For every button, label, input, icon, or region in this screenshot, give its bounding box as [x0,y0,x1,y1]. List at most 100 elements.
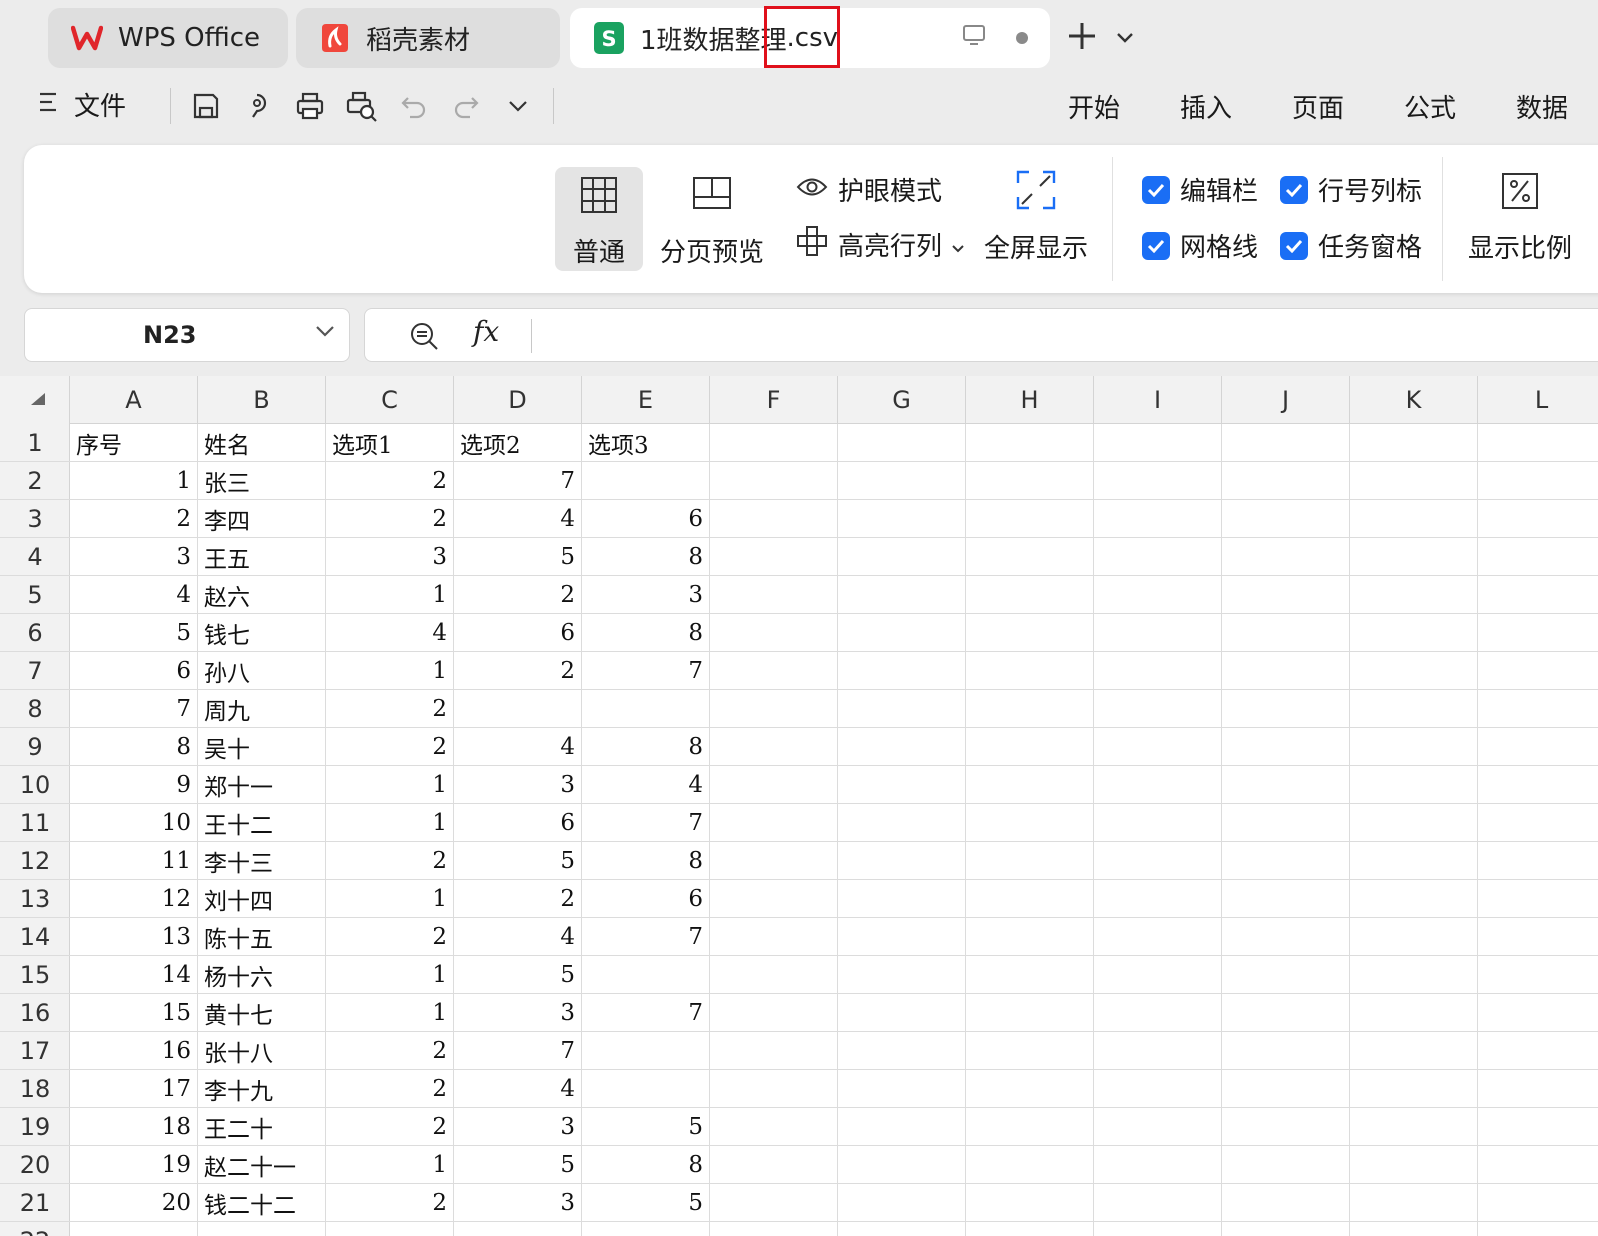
cell[interactable] [710,804,838,842]
cell[interactable] [1478,652,1598,690]
cell[interactable] [838,1184,966,1222]
cell[interactable] [1350,462,1478,500]
cell[interactable] [710,918,838,956]
print-preview-icon[interactable] [345,89,379,123]
cell[interactable] [1094,842,1222,880]
cell[interactable] [710,614,838,652]
cell[interactable] [1350,614,1478,652]
cell[interactable] [1350,766,1478,804]
cell[interactable] [1094,500,1222,538]
row-header[interactable]: 3 [0,500,70,538]
cell[interactable] [838,614,966,652]
chevron-down-icon[interactable] [501,89,535,123]
cell[interactable] [838,956,966,994]
tab-wps-office[interactable]: WPS Office [48,8,288,68]
cell[interactable]: 9 [70,766,198,804]
cell[interactable] [838,1108,966,1146]
row-header[interactable]: 11 [0,804,70,842]
row-header[interactable]: 13 [0,880,70,918]
cell[interactable]: 1 [70,462,198,500]
fullscreen-button[interactable]: 全屏显示 [980,169,1092,265]
cell[interactable]: 7 [582,994,710,1032]
cell[interactable] [1478,1222,1598,1236]
cell[interactable] [1478,880,1598,918]
cell[interactable] [710,538,838,576]
cell[interactable] [710,690,838,728]
cell[interactable] [1094,918,1222,956]
cell[interactable]: 8 [582,728,710,766]
cell[interactable]: 4 [70,576,198,614]
cell[interactable]: 2 [70,500,198,538]
column-header-h[interactable]: H [966,376,1094,424]
row-header[interactable]: 2 [0,462,70,500]
cell[interactable]: 16 [70,1032,198,1070]
cell[interactable] [582,1222,710,1236]
save-icon[interactable] [189,89,223,123]
cell[interactable] [710,766,838,804]
cell[interactable] [838,576,966,614]
cell[interactable] [1222,576,1350,614]
cell[interactable] [1222,804,1350,842]
cell[interactable]: 11 [70,842,198,880]
cell[interactable]: 1 [326,766,454,804]
row-header[interactable]: 6 [0,614,70,652]
cell[interactable] [966,1222,1094,1236]
column-header-g[interactable]: G [838,376,966,424]
cell[interactable]: 13 [70,918,198,956]
cell[interactable] [1222,614,1350,652]
cell[interactable]: 2 [326,918,454,956]
cell[interactable]: 周九 [198,690,326,728]
cell[interactable] [710,880,838,918]
cell[interactable] [710,652,838,690]
cell[interactable]: 陈十五 [198,918,326,956]
cell[interactable]: 8 [582,842,710,880]
cell[interactable] [838,424,966,462]
cell[interactable] [1094,652,1222,690]
cell[interactable]: 3 [454,766,582,804]
cell[interactable]: 选项3 [582,424,710,462]
cell[interactable] [1478,994,1598,1032]
column-header-a[interactable]: A [70,376,198,424]
checkbox-gridlines[interactable]: 网格线 [1142,227,1258,264]
cell[interactable]: 4 [454,500,582,538]
zoom-search-icon[interactable] [409,321,439,355]
column-header-d[interactable]: D [454,376,582,424]
cell[interactable] [1350,994,1478,1032]
cell[interactable] [710,500,838,538]
cell[interactable]: 6 [582,500,710,538]
row-header[interactable]: 17 [0,1032,70,1070]
cell[interactable]: 4 [454,728,582,766]
formula-bar[interactable]: fx [364,308,1598,362]
cell[interactable] [966,1070,1094,1108]
cell[interactable]: 5 [582,1184,710,1222]
cell[interactable] [454,690,582,728]
cell[interactable] [1350,576,1478,614]
row-header[interactable]: 8 [0,690,70,728]
cell[interactable]: 7 [70,690,198,728]
cell[interactable]: 刘十四 [198,880,326,918]
cell[interactable] [1094,1108,1222,1146]
eye-mode-button[interactable]: 护眼模式 [796,171,942,208]
cell[interactable]: 1 [326,880,454,918]
cell[interactable] [1350,804,1478,842]
row-header[interactable]: 10 [0,766,70,804]
page-break-preview-button[interactable]: 分页预览 [652,175,772,269]
cell[interactable] [1222,652,1350,690]
cell[interactable] [838,1070,966,1108]
cell[interactable] [1094,614,1222,652]
cell[interactable] [1350,880,1478,918]
cell[interactable] [1094,766,1222,804]
cell[interactable] [70,1222,198,1236]
cell[interactable] [710,1184,838,1222]
cell[interactable] [966,842,1094,880]
cell[interactable] [838,500,966,538]
cell[interactable] [1350,690,1478,728]
cell[interactable]: 3 [454,994,582,1032]
cell[interactable] [838,538,966,576]
cell[interactable] [582,1032,710,1070]
cell[interactable] [710,1146,838,1184]
cell[interactable]: 15 [70,994,198,1032]
cell[interactable] [1478,766,1598,804]
cell[interactable]: 2 [326,1184,454,1222]
cell[interactable] [1094,1222,1222,1236]
